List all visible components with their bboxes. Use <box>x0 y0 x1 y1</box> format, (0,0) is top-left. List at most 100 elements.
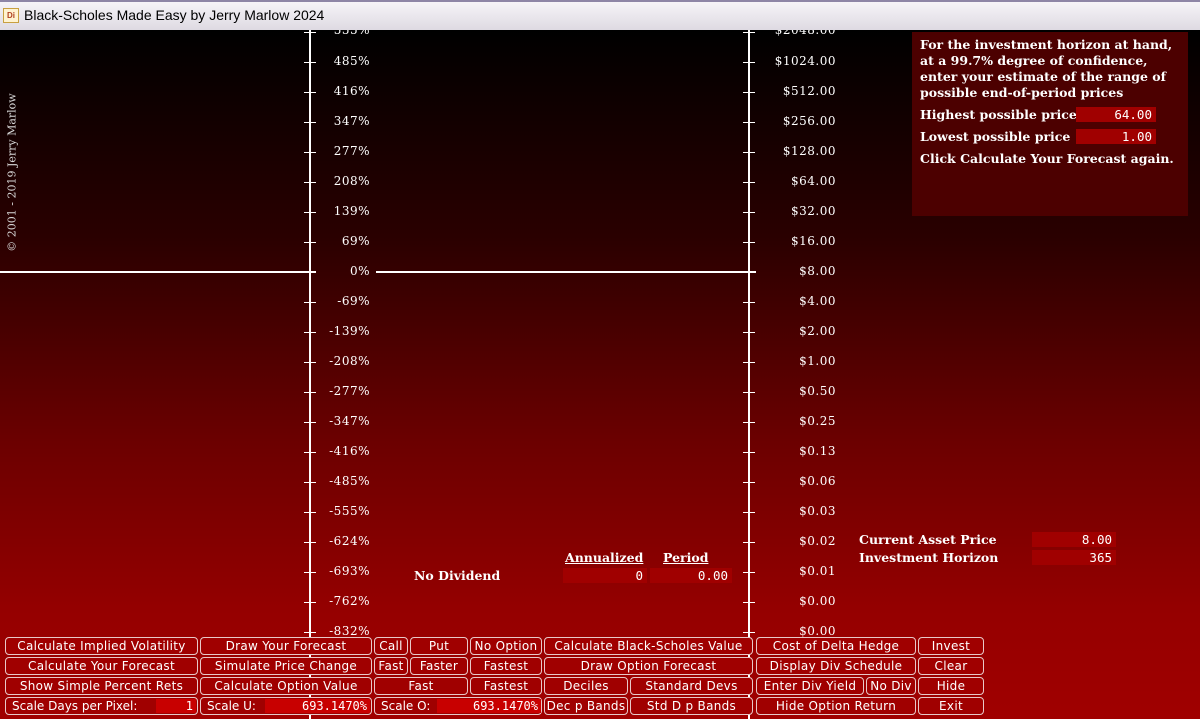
price-axis-tick <box>743 482 755 483</box>
calculate-implied-volatility-button[interactable]: Calculate Implied Volatility <box>5 637 198 655</box>
period-header: Period <box>663 550 709 565</box>
price-axis-label: $4.00 <box>799 294 836 308</box>
fast-simulate-button[interactable]: Fast <box>374 657 408 675</box>
investment-horizon-field[interactable]: 365 <box>1032 550 1116 565</box>
no-div-button[interactable]: No Div <box>866 677 916 695</box>
lowest-price-label: Lowest possible price <box>920 129 1071 144</box>
lowest-price-field[interactable]: 1.00 <box>1076 129 1156 144</box>
scale-o[interactable]: Scale O: 693.1470% <box>374 697 542 715</box>
calculate-your-forecast-button[interactable]: Calculate Your Forecast <box>5 657 198 675</box>
price-axis-label: $512.00 <box>782 84 836 98</box>
percent-axis-label: -762% <box>329 594 370 608</box>
percent-axis-tick <box>304 242 316 243</box>
percent-axis-tick <box>304 392 316 393</box>
percent-axis-label: 277% <box>333 144 370 158</box>
price-axis-label: $16.00 <box>791 234 836 248</box>
investment-horizon-label: Investment Horizon <box>859 550 999 565</box>
copyright-text: © 2001 - 2019 Jerry Marlow <box>5 93 19 252</box>
scale-days-per-pixel[interactable]: Scale Days per Pixel: 1 <box>5 697 198 715</box>
percent-axis-label: -693% <box>329 564 370 578</box>
percent-axis-label: -277% <box>329 384 370 398</box>
simulate-price-change-button[interactable]: Simulate Price Change <box>200 657 372 675</box>
put-button[interactable]: Put <box>410 637 468 655</box>
call-button[interactable]: Call <box>374 637 408 655</box>
chart-canvas[interactable]: © 2001 - 2019 Jerry Marlow 555% 485% 416% 3… <box>0 30 1200 719</box>
zero-line-mid <box>376 271 756 273</box>
price-axis-tick <box>743 542 755 543</box>
price-axis-label: $0.00 <box>799 594 836 608</box>
price-axis-tick <box>743 602 755 603</box>
highest-price-field[interactable]: 64.00 <box>1076 107 1156 122</box>
percent-axis-tick <box>304 182 316 183</box>
panel-line-1: For the investment horizon at hand, <box>920 37 1173 52</box>
percent-axis-tick <box>304 152 316 153</box>
price-axis-tick <box>743 302 755 303</box>
annualized-dividend-field[interactable]: 0 <box>563 568 647 583</box>
price-axis-line <box>748 30 750 719</box>
fast-option-button[interactable]: Fast <box>374 677 468 695</box>
price-axis-label: $0.02 <box>799 534 836 548</box>
price-axis-tick <box>743 32 755 33</box>
percent-axis-tick <box>304 272 316 273</box>
fastest-simulate-button[interactable]: Fastest <box>470 657 542 675</box>
price-axis-tick <box>743 362 755 363</box>
dec-p-bands-button[interactable]: Dec p Bands <box>544 697 628 715</box>
percent-axis-tick <box>304 332 316 333</box>
percent-axis-label: 139% <box>333 204 370 218</box>
current-asset-price-field[interactable]: 8.00 <box>1032 532 1116 547</box>
scale-days-label: Scale Days per Pixel: <box>12 699 138 713</box>
price-axis-label: $64.00 <box>791 174 836 188</box>
draw-your-forecast-button[interactable]: Draw Your Forecast <box>200 637 372 655</box>
highest-price-label: Highest possible price <box>920 107 1077 122</box>
calculate-black-scholes-value-button[interactable]: Calculate Black-Scholes Value <box>544 637 753 655</box>
deciles-button[interactable]: Deciles <box>544 677 628 695</box>
price-axis-label: $0.03 <box>799 504 836 518</box>
scale-days-value[interactable]: 1 <box>156 699 196 713</box>
annualized-header: Annualized <box>565 550 644 565</box>
percent-axis-label: 485% <box>333 54 370 68</box>
price-axis-label: $0.06 <box>799 474 836 488</box>
enter-div-yield-button[interactable]: Enter Div Yield <box>756 677 864 695</box>
price-axis-tick <box>743 92 755 93</box>
percent-axis-label: -347% <box>329 414 370 428</box>
percent-axis-tick <box>304 572 316 573</box>
forecast-range-panel: For the investment horizon at hand, at a… <box>912 32 1188 216</box>
period-dividend-field[interactable]: 0.00 <box>650 568 732 583</box>
price-axis-label: $0.00 <box>799 624 836 638</box>
faster-simulate-button[interactable]: Faster <box>410 657 468 675</box>
scale-u-label: Scale U: <box>207 699 256 713</box>
percent-axis-label: -832% <box>329 624 370 638</box>
price-axis-label: $1024.00 <box>774 54 836 68</box>
exit-button[interactable]: Exit <box>918 697 984 715</box>
percent-axis-tick <box>304 512 316 513</box>
display-div-schedule-button[interactable]: Display Div Schedule <box>756 657 916 675</box>
percent-axis-tick <box>304 452 316 453</box>
standard-devs-button[interactable]: Standard Devs <box>630 677 753 695</box>
price-axis-tick <box>743 452 755 453</box>
fastest-option-button[interactable]: Fastest <box>470 677 542 695</box>
clear-button[interactable]: Clear <box>918 657 984 675</box>
invest-button[interactable]: Invest <box>918 637 984 655</box>
title-bar: Di Black-Scholes Made Easy by Jerry Marl… <box>0 0 1200 30</box>
percent-axis-label: 208% <box>333 174 370 188</box>
scale-u-value[interactable]: 693.1470% <box>265 699 370 713</box>
show-simple-percent-rets-button[interactable]: Show Simple Percent Rets <box>5 677 198 695</box>
calculate-option-value-button[interactable]: Calculate Option Value <box>200 677 372 695</box>
scale-o-value[interactable]: 693.1470% <box>437 699 541 713</box>
std-d-p-bands-button[interactable]: Std D p Bands <box>630 697 753 715</box>
price-axis-tick <box>743 392 755 393</box>
no-option-button[interactable]: No Option <box>470 637 542 655</box>
scale-u[interactable]: Scale U: 693.1470% <box>200 697 372 715</box>
percent-axis-tick <box>304 602 316 603</box>
draw-option-forecast-button[interactable]: Draw Option Forecast <box>544 657 753 675</box>
price-axis-tick <box>743 422 755 423</box>
cost-of-delta-hedge-button[interactable]: Cost of Delta Hedge <box>756 637 916 655</box>
price-axis-tick <box>743 512 755 513</box>
hide-option-return-button[interactable]: Hide Option Return <box>756 697 916 715</box>
no-dividend-label: No Dividend <box>414 568 501 583</box>
price-axis-tick <box>743 572 755 573</box>
percent-axis-label: 347% <box>333 114 370 128</box>
percent-axis-tick <box>304 92 316 93</box>
hide-button[interactable]: Hide <box>918 677 984 695</box>
price-axis-label: $2.00 <box>799 324 836 338</box>
